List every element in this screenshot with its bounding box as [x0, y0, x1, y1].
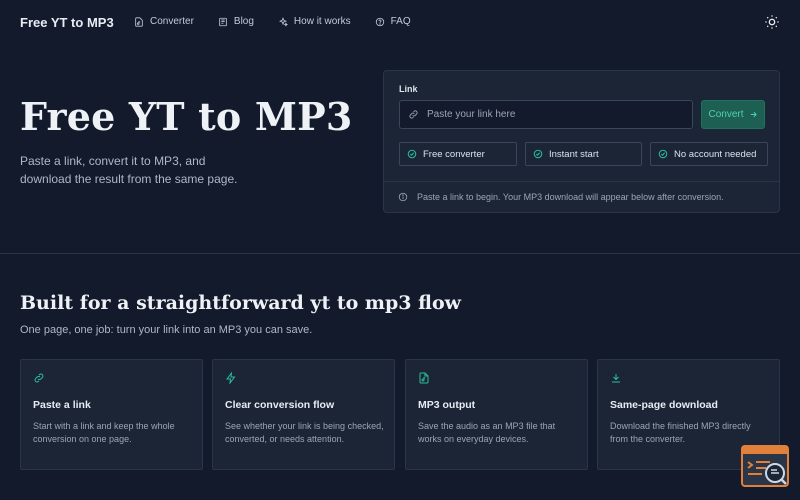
nav-link-converter[interactable]: Converter: [134, 16, 194, 27]
features-title: Built for a straightforward yt to mp3 fl…: [20, 292, 461, 314]
check-circle-icon: [658, 149, 668, 159]
feature-chips: Free converter Instant start No account …: [399, 142, 768, 166]
floating-helper-icon[interactable]: [740, 444, 790, 488]
info-icon: [398, 192, 408, 202]
chip-label: Free converter: [423, 148, 485, 160]
feature-desc: Save the audio as an MP3 file that works…: [418, 421, 556, 444]
features-subtitle: One page, one job: turn your link into a…: [20, 324, 313, 336]
status-note-text: Paste a link to begin. Your MP3 download…: [417, 192, 724, 202]
page: Free YT to MP3 Converter Blog How it wor…: [0, 0, 800, 500]
converter-card: Link Convert Free converter Instant star…: [383, 70, 780, 213]
nav-link-faq[interactable]: FAQ: [375, 16, 411, 27]
convert-button-label: Convert: [708, 109, 744, 120]
arrow-right-icon: [750, 111, 757, 118]
brand-logo-text[interactable]: Free YT to MP3: [20, 15, 114, 30]
hero-subtitle: Paste a link, convert it to MP3, and dow…: [20, 154, 238, 186]
link-input[interactable]: [427, 109, 677, 120]
nav-link-how-it-works[interactable]: How it works: [278, 16, 351, 27]
sun-icon[interactable]: [764, 14, 780, 30]
feature-desc: Download the finished MP3 directly from …: [610, 421, 751, 444]
feature-title: Same-page download: [610, 399, 718, 411]
nav-links: Converter Blog How it works FAQ: [134, 16, 435, 27]
chip-no-account: No account needed: [650, 142, 768, 166]
nav-link-label: Converter: [150, 16, 194, 27]
check-circle-icon: [533, 149, 543, 159]
top-nav: Free YT to MP3 Converter Blog How it wor…: [0, 0, 800, 44]
feature-title: MP3 output: [418, 399, 476, 411]
file-music-icon: [135, 16, 143, 27]
nav-link-label: Blog: [233, 16, 254, 27]
download-icon: [612, 374, 620, 383]
file-audio-icon: [419, 372, 429, 384]
nav-link-label: How it works: [293, 16, 351, 27]
chip-instant-start: Instant start: [525, 142, 642, 166]
nav-link-label: FAQ: [390, 16, 411, 27]
feature-card-mp3-output: MP3 output Save the audio as an MP3 file…: [405, 359, 588, 470]
status-note: Paste a link to begin. Your MP3 download…: [398, 192, 724, 202]
convert-button[interactable]: Convert: [701, 100, 765, 129]
feature-card-conversion-flow: Clear conversion flow See whether your l…: [212, 359, 395, 470]
link-icon: [34, 373, 44, 383]
book-icon: [219, 17, 227, 26]
chip-label: No account needed: [674, 148, 757, 160]
zap-icon: [226, 372, 236, 384]
feature-title: Clear conversion flow: [225, 399, 335, 411]
feature-card-paste-link: Paste a link Start with a link and keep …: [20, 359, 203, 470]
nav-link-blog[interactable]: Blog: [218, 16, 254, 27]
chip-free-converter: Free converter: [399, 142, 517, 166]
feature-desc: Start with a link and keep the whole con…: [33, 421, 175, 444]
chip-label: Instant start: [549, 148, 599, 160]
section-divider: [0, 253, 800, 254]
feature-desc: See whether your link is being checked, …: [225, 421, 384, 444]
link-label: Link: [399, 84, 418, 94]
hero-title: Free YT to MP3: [20, 94, 353, 139]
feature-title: Paste a link: [33, 399, 91, 411]
card-divider: [384, 181, 779, 182]
link-input-wrapper[interactable]: [399, 100, 693, 129]
link-icon: [409, 110, 418, 119]
sparkles-icon: [278, 16, 288, 27]
check-circle-icon: [407, 149, 417, 159]
help-circle-icon: [375, 17, 384, 26]
